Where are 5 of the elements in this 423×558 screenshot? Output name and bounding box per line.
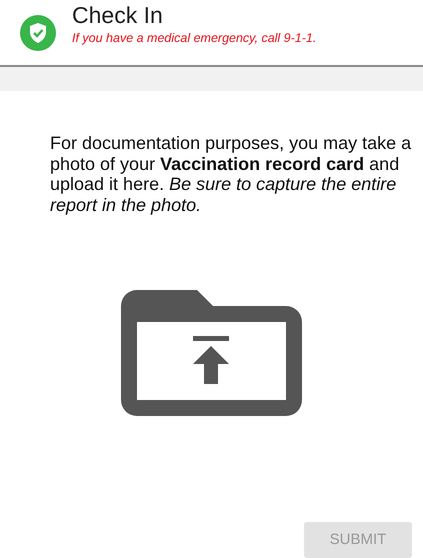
emergency-notice: If you have a medical emergency, call 9-1-1. — [72, 30, 316, 47]
folder-upload-icon[interactable] — [119, 288, 304, 418]
shield-check-icon — [20, 14, 56, 50]
page-title: Check In — [72, 3, 164, 29]
instructions-text: For documentation purposes, you may take a photo of your Vaccination record card and upload it here. Be sure to capture the entire report in the photo. — [49, 132, 412, 216]
